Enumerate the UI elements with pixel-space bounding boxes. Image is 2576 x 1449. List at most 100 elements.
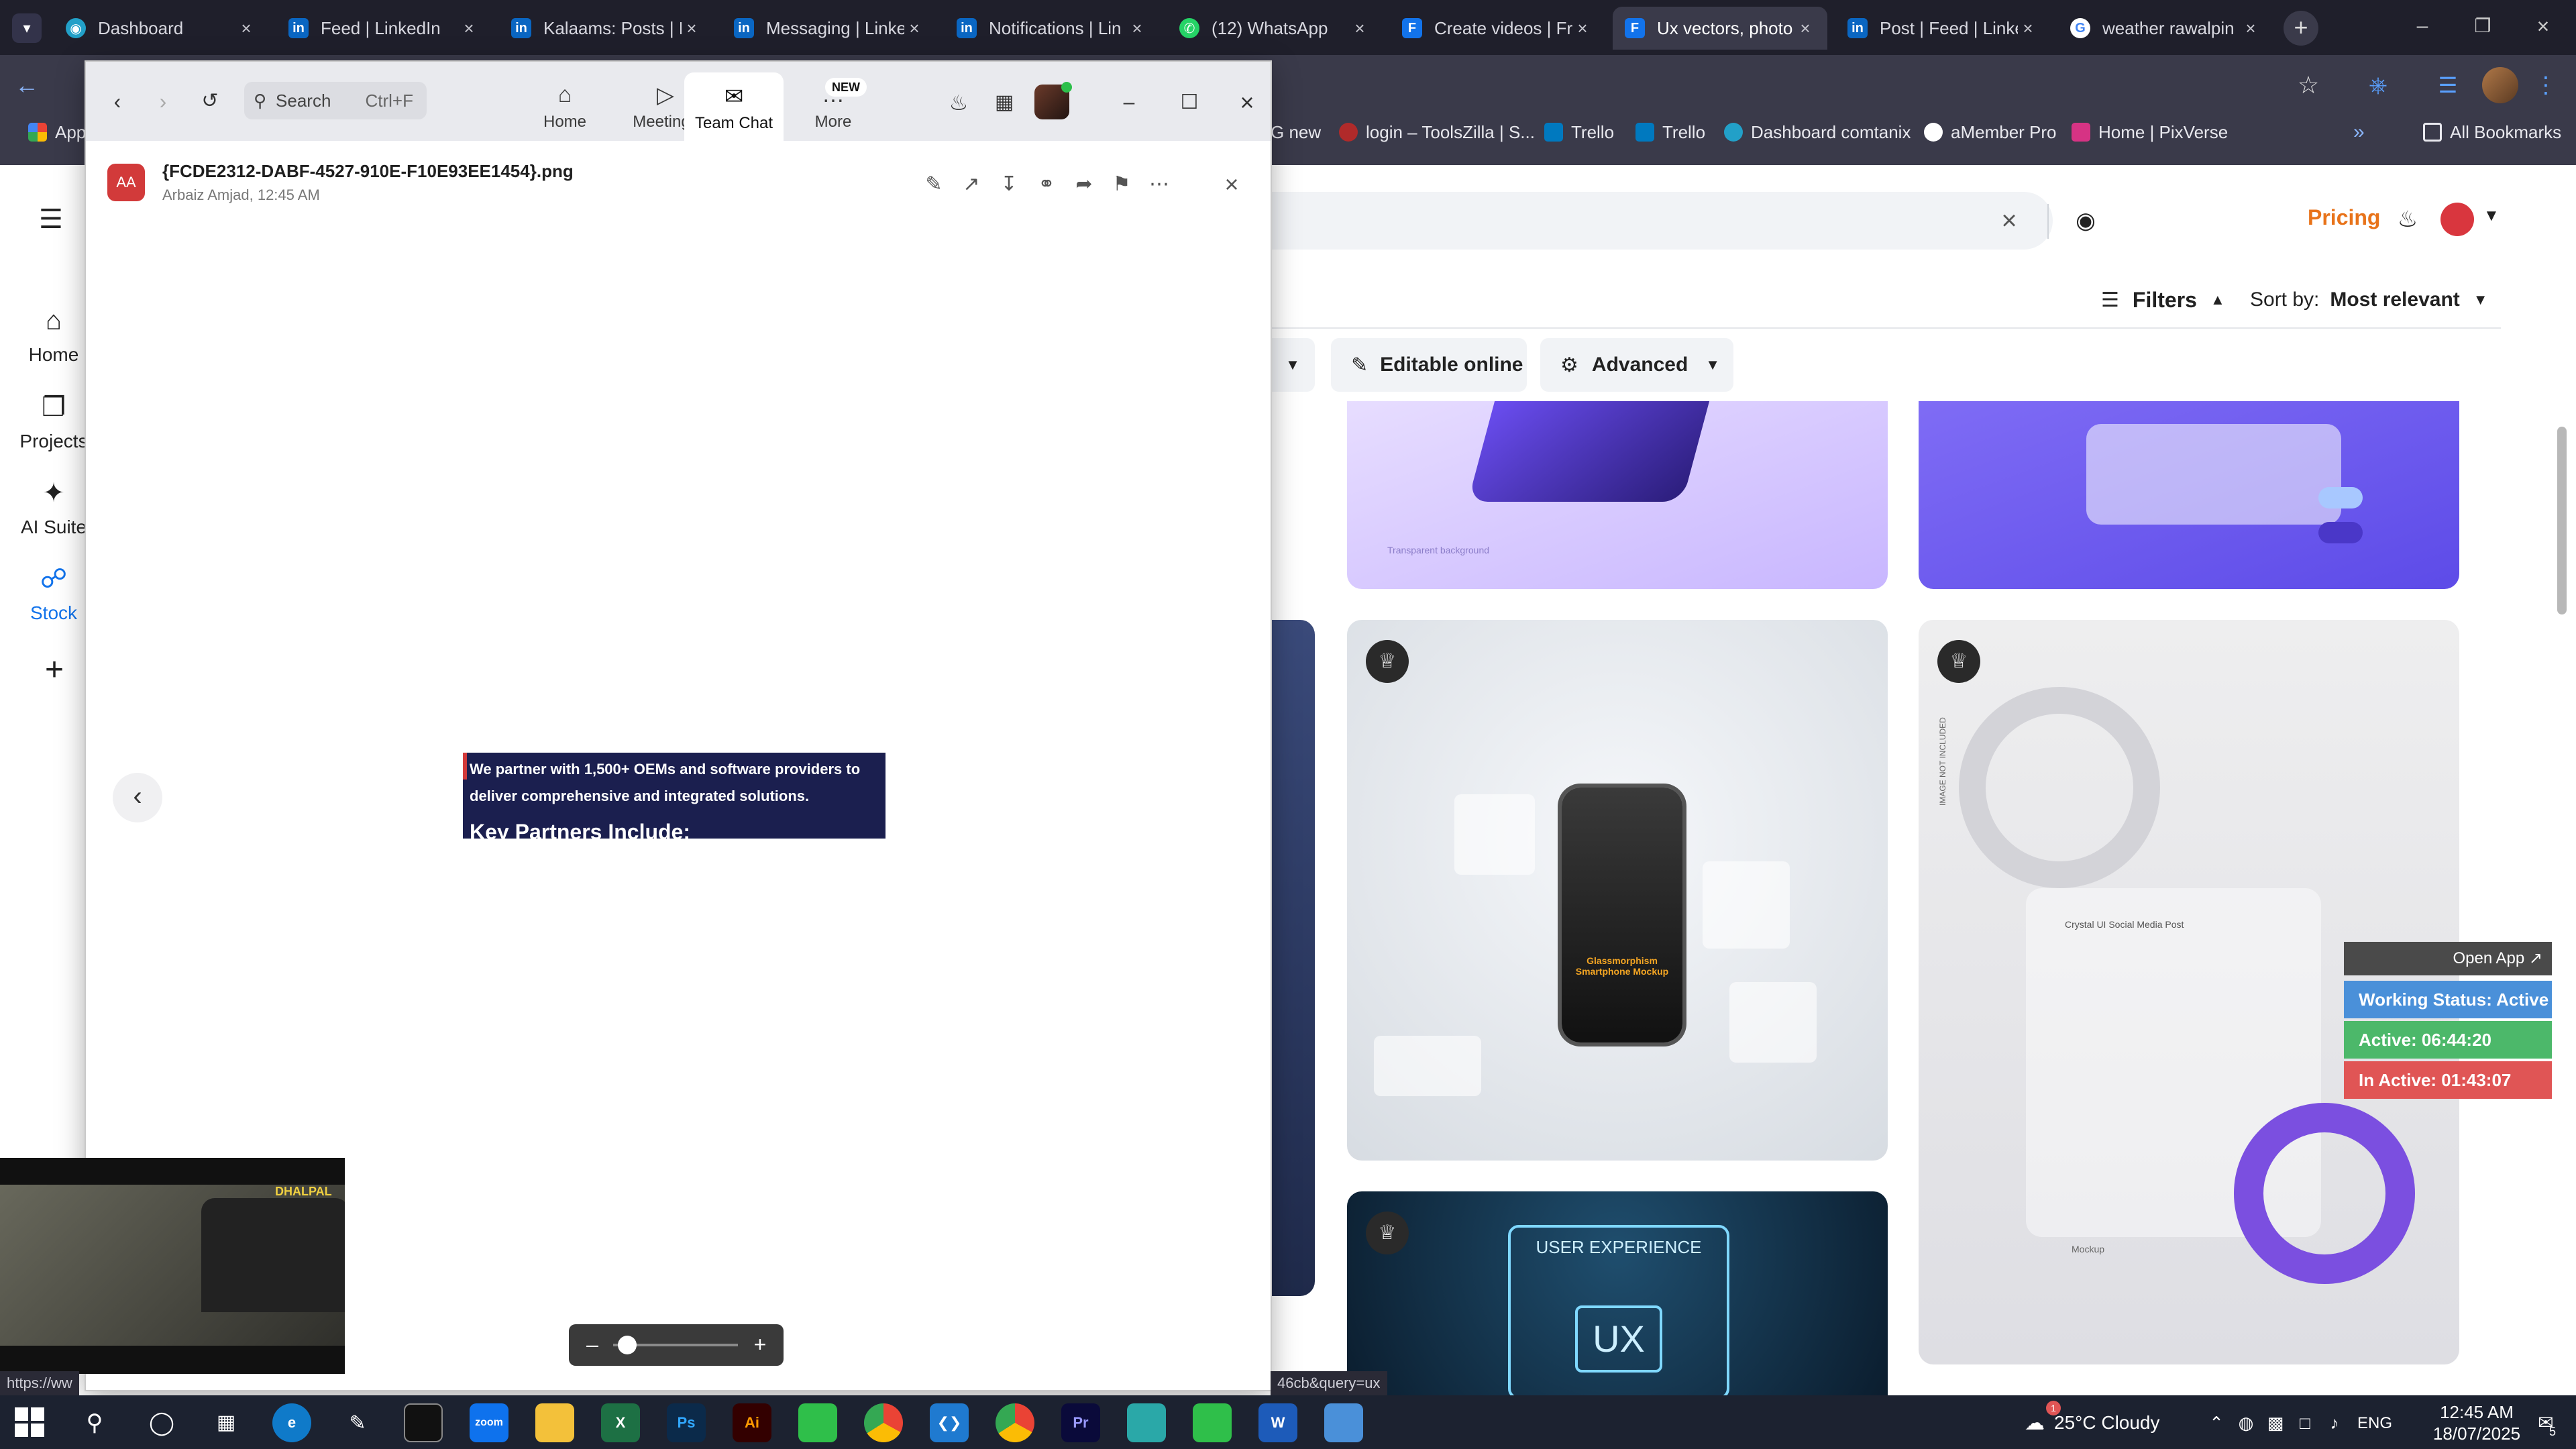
all-bookmarks[interactable]: All Bookmarks — [2423, 115, 2561, 149]
browser-tab[interactable]: in Notifications | Lin × — [945, 7, 1159, 50]
forward-share-icon[interactable]: ➦ — [1065, 166, 1103, 203]
close-icon[interactable]: × — [2018, 18, 2038, 39]
close-icon[interactable]: × — [1350, 18, 1370, 39]
filter-chip-partial[interactable]: ▼ — [1271, 338, 1315, 392]
camera-search-icon[interactable]: ◉ — [2070, 205, 2101, 236]
back-icon[interactable]: ← — [15, 68, 48, 102]
pricing-link[interactable]: Pricing — [2308, 205, 2380, 230]
zoom-app-icon[interactable]: zoom — [470, 1403, 508, 1442]
clock-date[interactable]: 18/07/2025 — [2423, 1424, 2530, 1444]
bookmark-apps[interactable]: Apps — [28, 115, 95, 149]
notifications-bell-icon[interactable]: ♨ — [2392, 204, 2423, 235]
share-screen-icon[interactable]: ⚭ — [1028, 166, 1065, 203]
close-preview-icon[interactable]: × — [1213, 166, 1250, 203]
chevron-down-icon[interactable]: ▼ — [2483, 207, 2504, 233]
tab-more[interactable]: … More — [784, 62, 883, 141]
green-app-icon[interactable] — [798, 1403, 837, 1442]
media-controls-icon[interactable]: ☰ — [2431, 68, 2465, 102]
bookmark-icon[interactable]: ⚑ — [1103, 166, 1140, 203]
browser-tab[interactable]: in Post | Feed | Linke × — [1835, 7, 2050, 50]
task-view-icon[interactable]: ▦ — [209, 1406, 243, 1440]
pen-app-icon[interactable]: ✎ — [338, 1403, 377, 1442]
close-icon[interactable]: × — [682, 18, 702, 39]
calendar-icon[interactable]: ▦ — [987, 86, 1021, 119]
tab-search-button[interactable]: ▾ — [12, 13, 42, 43]
bookmarks-overflow-icon[interactable]: » — [2353, 115, 2365, 149]
zoom-slider-thumb[interactable] — [617, 1336, 637, 1354]
close-icon[interactable]: × — [1795, 18, 1815, 39]
filters-button[interactable]: ☰ Filters ▲ — [2101, 284, 2225, 315]
more-options-icon[interactable]: ⋯ — [1140, 166, 1178, 203]
excel-app-icon[interactable]: X — [601, 1403, 640, 1442]
browser-tab-active[interactable]: F Ux vectors, photo × — [1613, 7, 1827, 50]
network-icon[interactable]: □ — [2292, 1406, 2318, 1440]
image-card-ui-dashboard[interactable] — [1919, 401, 2459, 589]
close-icon[interactable]: × — [459, 18, 479, 39]
browser-tab[interactable]: in Feed | LinkedIn × — [276, 7, 491, 50]
browser-tab[interactable]: ✆ (12) WhatsApp × — [1167, 7, 1382, 50]
browser-tab[interactable]: ◉ Dashboard × — [54, 7, 268, 50]
forward-icon[interactable]: › — [148, 86, 178, 117]
open-app-button[interactable]: Open App ↗ — [2344, 942, 2552, 975]
premiere-app-icon[interactable]: Pr — [1061, 1403, 1100, 1442]
tray-app-icon[interactable]: ▩ — [2262, 1406, 2289, 1440]
browser-menu-icon[interactable]: ⋮ — [2529, 68, 2563, 102]
editable-online-chip[interactable]: ✎ Editable online — [1331, 338, 1527, 392]
close-icon[interactable]: × — [236, 18, 256, 39]
close-icon[interactable]: × — [1230, 86, 1264, 119]
back-icon[interactable]: ‹ — [102, 86, 133, 117]
zoom-out-icon[interactable]: – — [577, 1330, 608, 1360]
weather-widget[interactable]: ☁ 25°C Cloudy — [2025, 1406, 2160, 1440]
bookmark-item[interactable]: login – ToolsZilla | S... — [1339, 115, 1535, 149]
tray-chevron-up-icon[interactable]: ⌃ — [2203, 1406, 2230, 1440]
clear-search-icon[interactable]: × — [1994, 205, 2025, 236]
volume-icon[interactable]: ♪ — [2321, 1406, 2348, 1440]
language-indicator[interactable]: ENG — [2357, 1414, 2392, 1433]
search-input[interactable]: ⚲ Search Ctrl+F — [244, 82, 427, 119]
hamburger-menu-icon[interactable]: ☰ — [39, 204, 70, 235]
edge-app-icon[interactable]: e — [272, 1403, 311, 1442]
sort-by[interactable]: Sort by: Most relevant ▼ — [2250, 284, 2488, 315]
open-external-icon[interactable]: ↗ — [953, 166, 990, 203]
browser-tab[interactable]: in Messaging | Linke × — [722, 7, 936, 50]
browser-tab[interactable]: G weather rawalpin × — [2058, 7, 2273, 50]
bookmark-item[interactable]: Trello — [1544, 115, 1614, 149]
terminal-app-icon[interactable] — [404, 1403, 443, 1442]
notifications-bell-icon[interactable]: ♨ — [942, 86, 975, 119]
window-restore-icon[interactable]: ❐ — [2466, 9, 2500, 43]
tab-home[interactable]: ⌂ Home — [515, 62, 614, 141]
window-close-icon[interactable]: × — [2526, 9, 2560, 43]
word-app-icon[interactable]: W — [1258, 1403, 1297, 1442]
edit-icon[interactable]: ✎ — [915, 166, 953, 203]
close-icon[interactable]: × — [1572, 18, 1593, 39]
tray-app-icon[interactable]: ◍ — [2233, 1406, 2259, 1440]
image-card-ux[interactable]: ♕ USER EXPERIENCE UX — [1347, 1191, 1888, 1395]
maximize-icon[interactable]: ☐ — [1173, 86, 1206, 119]
image-card-glass-phone[interactable]: ♕ Glassmorphism Smartphone Mockup — [1347, 620, 1888, 1161]
user-avatar[interactable] — [2440, 203, 2474, 236]
calculator-app-icon[interactable] — [1324, 1403, 1363, 1442]
bookmark-star-icon[interactable]: ☆ — [2292, 68, 2325, 102]
history-icon[interactable]: ↺ — [195, 86, 225, 117]
green-app-icon[interactable] — [1193, 1403, 1232, 1442]
vscode-app-icon[interactable]: ❮❯ — [930, 1403, 969, 1442]
teal-app-icon[interactable] — [1127, 1403, 1166, 1442]
previous-image-icon[interactable]: ‹ — [113, 773, 162, 822]
cortana-icon[interactable]: ◯ — [145, 1406, 178, 1440]
close-icon[interactable]: × — [1127, 18, 1147, 39]
illustrator-app-icon[interactable]: Ai — [733, 1403, 771, 1442]
minimize-icon[interactable]: – — [1112, 86, 1146, 119]
profile-avatar[interactable] — [2482, 67, 2518, 103]
clock-time[interactable]: 12:45 AM — [2423, 1402, 2530, 1423]
video-thumbnail[interactable]: DHALPAL — [0, 1158, 345, 1374]
advanced-chip[interactable]: ⚙ Advanced ▼ — [1540, 338, 1733, 392]
search-icon[interactable]: ⚲ — [78, 1406, 111, 1440]
bookmark-item[interactable]: Trello — [1635, 115, 1705, 149]
windows-start-icon[interactable] — [15, 1407, 44, 1437]
chrome-app-icon[interactable] — [864, 1403, 903, 1442]
close-icon[interactable]: × — [2241, 18, 2261, 39]
search-bar[interactable] — [1261, 192, 2053, 250]
close-icon[interactable]: × — [904, 18, 924, 39]
chrome-profile-app-icon[interactable] — [996, 1403, 1034, 1442]
page-scrollbar-thumb[interactable] — [2557, 427, 2567, 614]
